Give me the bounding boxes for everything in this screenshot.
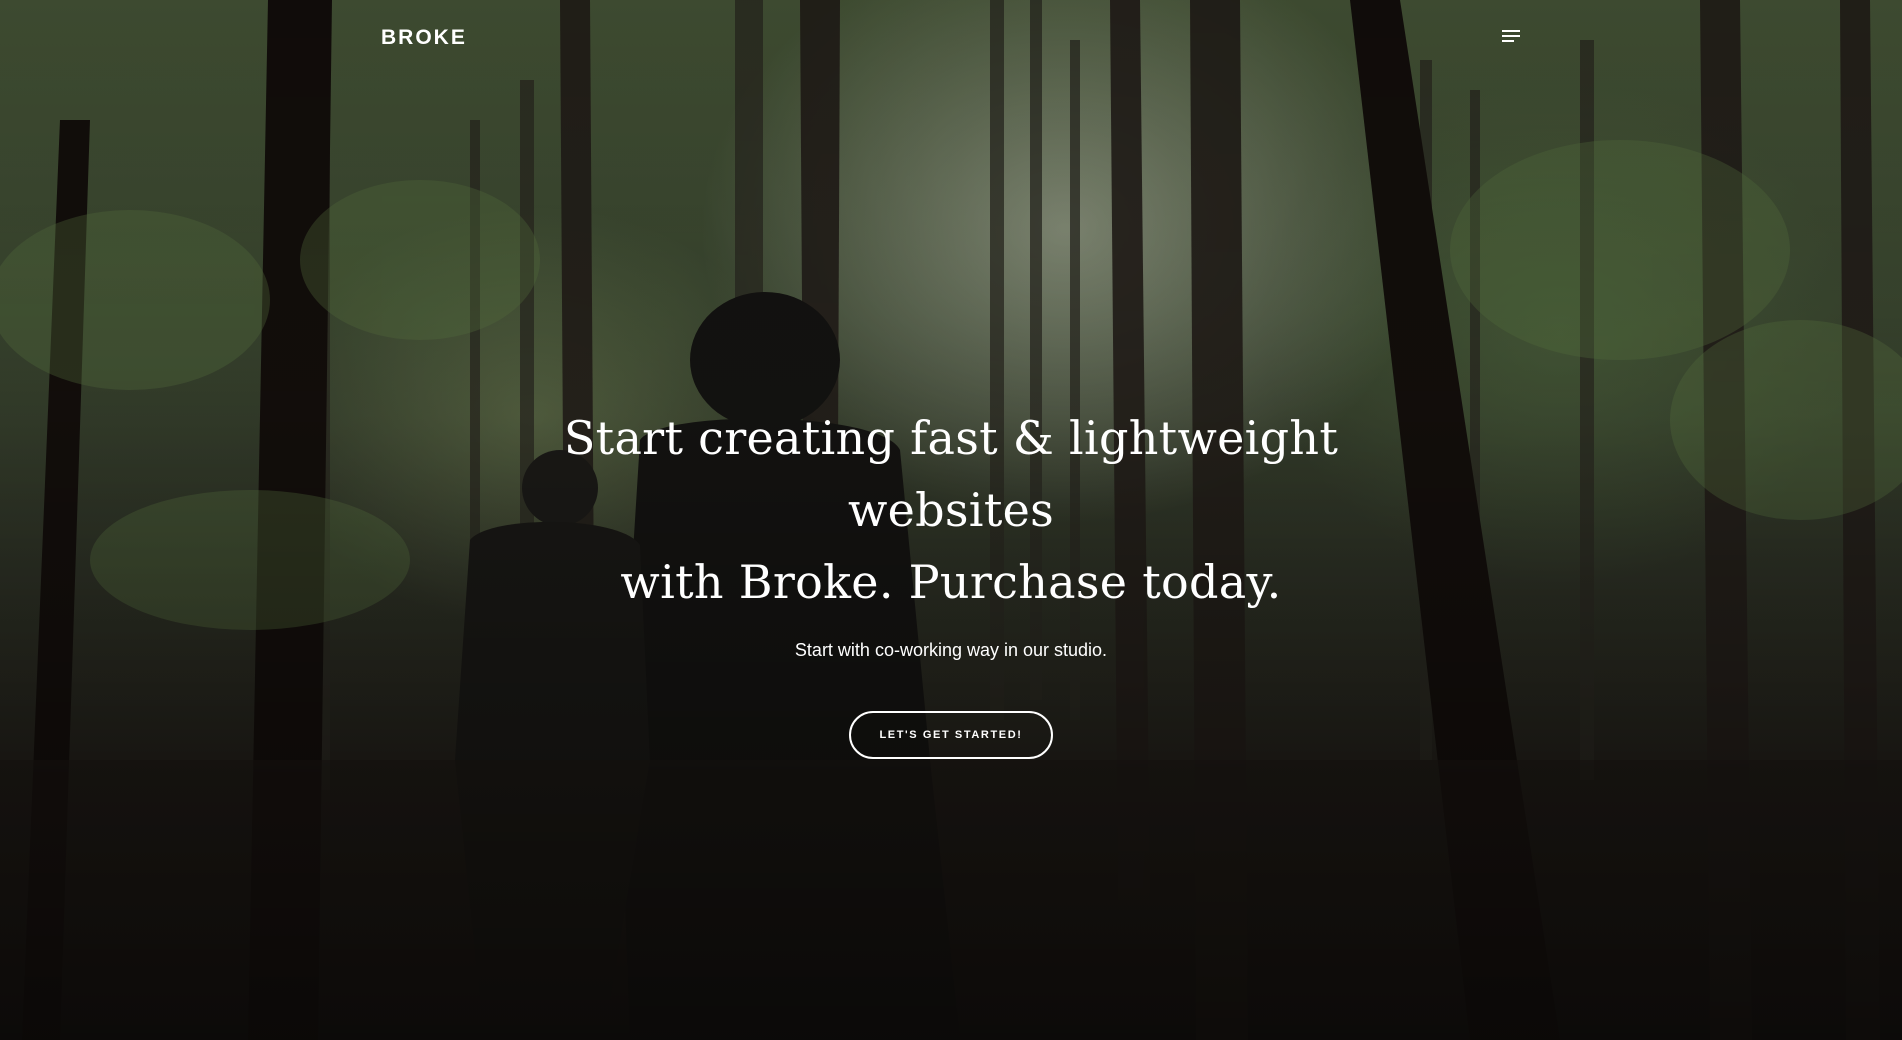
hero-section: BROKE Start creating fast & lightweight …: [0, 0, 1902, 1040]
hamburger-menu-icon[interactable]: [1502, 30, 1522, 46]
menu-line: [1502, 35, 1520, 37]
site-logo[interactable]: BROKE: [381, 26, 467, 50]
headline-line-1: Start creating fast & lightweight websit…: [563, 411, 1339, 537]
hero-headline: Start creating fast & lightweight websit…: [501, 402, 1401, 618]
headline-line-2: with Broke. Purchase today.: [620, 555, 1282, 609]
get-started-button[interactable]: LET'S GET STARTED!: [849, 711, 1053, 759]
hero-content: Start creating fast & lightweight websit…: [0, 402, 1902, 759]
hero-subtitle: Start with co-working way in our studio.: [794, 640, 1108, 660]
menu-line: [1502, 40, 1514, 42]
menu-line: [1502, 30, 1520, 32]
